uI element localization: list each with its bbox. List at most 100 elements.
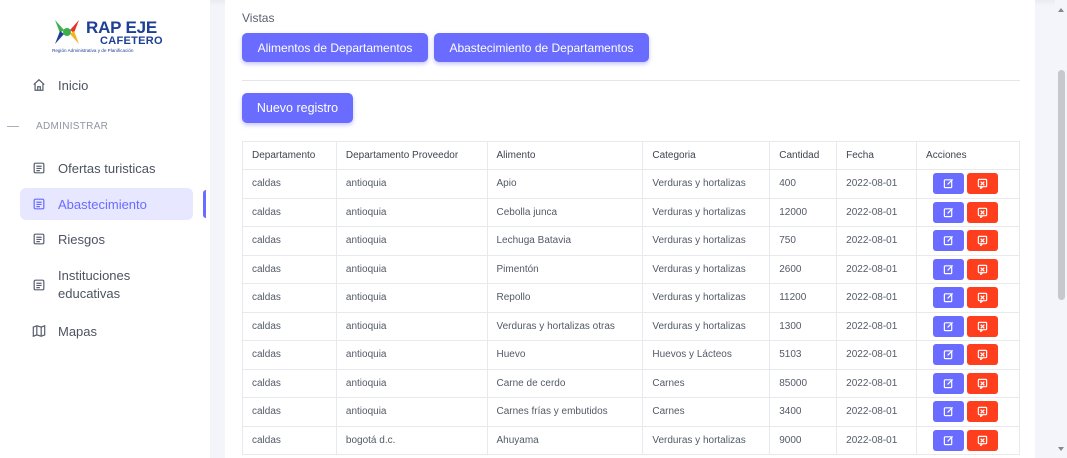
abastecimiento-departamentos-button[interactable]: Abastecimiento de Departamentos <box>434 33 649 62</box>
table-row[interactable]: caldas antioquia Lechuga Batavia Verduras y… <box>242 226 1020 256</box>
sidebar-item-label: Inicio <box>58 77 89 93</box>
column-header[interactable]: Departamento <box>242 141 337 170</box>
delete-button[interactable] <box>967 201 999 223</box>
edit-button[interactable] <box>933 372 965 394</box>
table-cell: 3400 <box>769 397 838 427</box>
table-cell: antioquia <box>335 197 488 227</box>
delete-icon <box>977 349 988 361</box>
sidebar-item-label: Instituciones educativas <box>58 267 130 303</box>
table-cell: Carnes <box>642 368 771 398</box>
delete-button[interactable] <box>967 315 999 337</box>
scrollbar-thumb[interactable] <box>1058 70 1065 300</box>
table-cell: 2022-08-01 <box>836 340 918 370</box>
table-cell: bogotá d.c. <box>335 425 488 455</box>
edit-icon <box>943 207 954 218</box>
table-cell: Apio <box>486 169 644 199</box>
nuevo-registro-button[interactable]: Nuevo registro <box>242 93 353 123</box>
edit-icon <box>943 378 954 389</box>
scroll-up-arrow-icon[interactable] <box>1058 8 1064 12</box>
table-cell: Pimentón <box>486 254 644 284</box>
table-cell: Lechuga Batavia <box>486 226 644 256</box>
edit-button[interactable] <box>933 401 965 423</box>
table-cell: 2022-08-01 <box>836 425 918 455</box>
table-cell: Huevo <box>486 340 644 370</box>
edit-button[interactable] <box>933 258 965 280</box>
sidebar-item-abastecimiento[interactable]: Abastecimiento <box>20 188 193 220</box>
table-cell: 400 <box>769 169 838 199</box>
table-cell: caldas <box>242 311 337 341</box>
table-row[interactable]: caldas antioquia Carnes frías y embutidos C… <box>242 397 1020 427</box>
table-cell: Verduras y hortalizas <box>642 283 771 313</box>
column-header[interactable]: Fecha <box>836 141 918 170</box>
sidebar-item-riesgos[interactable]: Riesgos <box>0 228 210 250</box>
section-divider <box>7 126 19 127</box>
actions-cell <box>916 226 1020 256</box>
alimentos-departamentos-button[interactable]: Alimentos de Departamentos <box>242 33 428 62</box>
table-row[interactable]: caldas antioquia Apio Verduras y hortalizas… <box>242 169 1020 199</box>
delete-button[interactable] <box>967 344 999 366</box>
column-header[interactable]: Alimento <box>486 141 644 170</box>
table-cell: 2022-08-01 <box>836 197 918 227</box>
column-header[interactable]: Cantidad <box>769 141 838 170</box>
delete-button[interactable] <box>967 230 999 252</box>
table-row[interactable]: caldas antioquia Verduras y hortalizas otr… <box>242 311 1020 341</box>
edit-button[interactable] <box>933 201 965 223</box>
sidebar-item-label: Mapas <box>58 323 98 339</box>
table-cell: Carnes <box>642 397 771 427</box>
sidebar-item-label: Abastecimiento <box>58 196 147 212</box>
edit-button[interactable] <box>933 429 965 451</box>
edit-icon <box>943 321 954 332</box>
table-row[interactable]: caldas antioquia Huevo Huevos y Lácteos 5103… <box>242 340 1020 370</box>
table-cell: Verduras y hortalizas <box>642 311 771 341</box>
table-cell: 2022-08-01 <box>836 226 918 256</box>
actions-cell <box>916 169 1020 199</box>
table-cell: 1300 <box>769 311 838 341</box>
column-header[interactable]: Departamento Proveedor <box>335 141 488 170</box>
sidebar-item-mapas[interactable]: Mapas <box>0 320 210 342</box>
table-row[interactable]: caldas antioquia Carne de cerdo Carnes 85000… <box>242 368 1020 398</box>
delete-button[interactable] <box>967 287 999 309</box>
table-cell: caldas <box>242 283 337 313</box>
actions-cell <box>916 340 1020 370</box>
row-actions <box>917 372 1019 394</box>
actions-cell <box>916 425 1020 455</box>
table-row[interactable]: caldas antioquia Cebolla junca Verduras y h… <box>242 197 1020 227</box>
column-header[interactable]: Categoria <box>642 141 771 170</box>
table-row[interactable]: caldas antioquia Pimentón Verduras y hortal… <box>242 254 1020 284</box>
edit-button[interactable] <box>933 173 965 195</box>
map-icon <box>32 324 46 338</box>
sidebar-item-instituciones[interactable]: Instituciones educativas <box>0 265 210 305</box>
table-row[interactable]: caldas antioquia Repollo Verduras y hortali… <box>242 283 1020 313</box>
table-cell: antioquia <box>335 311 488 341</box>
sidebar-item-ofertas[interactable]: Ofertas turisticas <box>0 157 210 179</box>
edit-button[interactable] <box>933 287 965 309</box>
table-cell: antioquia <box>335 283 488 313</box>
delete-button[interactable] <box>967 372 999 394</box>
active-indicator <box>203 190 206 218</box>
edit-button[interactable] <box>933 344 965 366</box>
brand-logo[interactable]: RAP EJE CAFETERO Región Administrativa y… <box>52 16 163 62</box>
actions-cell <box>916 397 1020 427</box>
delete-button[interactable] <box>967 173 999 195</box>
section-label: ADMINISTRAR <box>36 121 109 132</box>
actions-cell <box>916 368 1020 398</box>
edit-button[interactable] <box>933 230 965 252</box>
home-icon <box>32 78 46 92</box>
delete-button[interactable] <box>967 258 999 280</box>
row-actions <box>917 230 1019 252</box>
row-actions <box>917 401 1019 423</box>
scroll-down-arrow-icon[interactable] <box>1058 447 1064 451</box>
table-row[interactable]: caldas bogotá d.c. Ahuyama Verduras y horta… <box>242 425 1020 455</box>
edit-icon <box>943 292 954 303</box>
delete-button[interactable] <box>967 401 999 423</box>
edit-button[interactable] <box>933 315 965 337</box>
table-cell: 12000 <box>769 197 838 227</box>
table-cell: 2022-08-01 <box>836 311 918 341</box>
table-cell: antioquia <box>335 397 488 427</box>
delete-button[interactable] <box>967 429 999 451</box>
table-cell: 85000 <box>769 368 838 398</box>
brand-subtitle: CAFETERO <box>100 35 163 47</box>
table-cell: 5103 <box>769 340 838 370</box>
table-cell: Verduras y hortalizas <box>642 226 771 256</box>
sidebar-item-inicio[interactable]: Inicio <box>0 74 210 96</box>
